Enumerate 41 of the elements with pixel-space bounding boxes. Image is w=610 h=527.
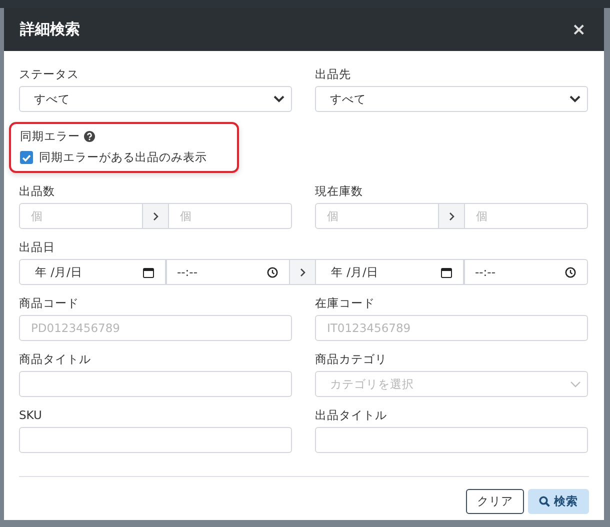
text-field[interactable] [315, 427, 588, 453]
time-field[interactable]: --:-- [464, 259, 588, 285]
clear-button[interactable]: クリア [466, 489, 524, 514]
chevron-right-icon [300, 268, 306, 276]
field-label: 出品日 [19, 239, 56, 255]
date-field[interactable]: 年 /月/日 [19, 259, 166, 285]
chevron-down-icon [570, 380, 581, 388]
search-icon [539, 496, 550, 507]
close-button[interactable]: × [570, 20, 588, 40]
dialog-title: 詳細検索 [20, 20, 80, 39]
field-label: 商品タイトル [19, 351, 92, 367]
help-icon[interactable] [84, 130, 95, 142]
calendar-icon[interactable] [143, 266, 154, 278]
field-label: 出品数 [19, 183, 56, 199]
text-field[interactable]: IT0123456789 [315, 315, 588, 341]
chevron-down-icon [569, 95, 581, 103]
field-label: 現在庫数 [315, 183, 364, 199]
field-label: ステータス [19, 66, 80, 82]
calendar-icon[interactable] [441, 266, 452, 278]
field-label: 出品タイトル [315, 407, 388, 423]
text-field[interactable] [19, 427, 292, 453]
text-field[interactable]: PD0123456789 [19, 315, 292, 341]
search-button[interactable]: 検索 [528, 489, 589, 514]
chevron-down-icon [273, 95, 285, 103]
field-label: 商品カテゴリ [315, 351, 388, 367]
checkbox-label: 同期エラーがある出品のみ表示 [39, 150, 207, 165]
time-field[interactable]: --:-- [166, 259, 290, 285]
checkbox[interactable] [20, 151, 33, 164]
date-field[interactable]: 年 /月/日 [315, 259, 464, 285]
field-label: SKU [19, 407, 43, 423]
field-label: 同期エラー [20, 128, 80, 144]
select-field[interactable]: すべて [315, 86, 588, 112]
field-label: 商品コード [19, 295, 80, 311]
field-label: 出品先 [315, 66, 352, 82]
clock-icon[interactable] [267, 266, 278, 278]
field-label: 在庫コード [315, 295, 376, 311]
select-field[interactable]: すべて [19, 86, 292, 112]
text-field[interactable] [19, 371, 292, 397]
chevron-right-icon [448, 212, 454, 220]
chevron-right-icon [152, 212, 158, 220]
clock-icon[interactable] [565, 266, 576, 278]
